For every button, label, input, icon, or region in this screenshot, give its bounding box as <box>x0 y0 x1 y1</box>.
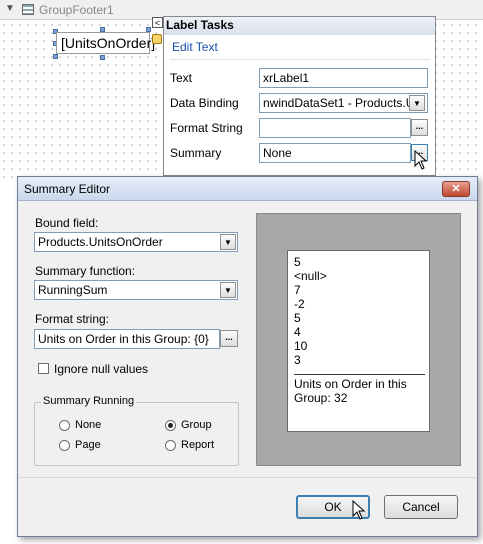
preview-value: -2 <box>294 297 305 311</box>
preview-value: 7 <box>294 283 301 297</box>
smart-tag-icon[interactable] <box>152 34 162 44</box>
cancel-button[interactable]: Cancel <box>384 495 458 519</box>
format-string-ellipsis-button[interactable]: ... <box>220 330 238 347</box>
label-tasks-panel: < Label Tasks Edit Text Text xrLabel1 Da… <box>152 16 436 176</box>
summary-running-group: Summary Running None Group Page Report <box>34 395 239 466</box>
close-icon[interactable]: ✕ <box>442 181 470 197</box>
summary-preview: 5 <null> 7 -2 5 4 10 3 Units on Order in… <box>256 213 461 466</box>
resize-handle[interactable] <box>100 55 105 60</box>
preview-value: <null> <box>294 269 327 283</box>
preview-summary: Units on Order in this Group: 32 <box>294 377 426 405</box>
preview-value: 10 <box>294 339 308 353</box>
data-binding-label: Data Binding <box>170 96 239 110</box>
format-string-ellipsis-button[interactable]: ... <box>411 119 428 136</box>
preview-value: 5 <box>294 255 301 269</box>
summary-function-value: RunningSum <box>38 283 108 297</box>
summary-function-select[interactable]: RunningSum ▼ <box>34 280 238 300</box>
radio-none-label: None <box>75 419 102 431</box>
chevron-down-icon[interactable]: ▼ <box>409 95 425 111</box>
band-title: GroupFooter1 <box>39 3 114 17</box>
preview-value: 5 <box>294 311 301 325</box>
radio-page[interactable] <box>59 440 70 451</box>
format-string-input[interactable] <box>259 118 411 138</box>
summary-input[interactable]: None <box>259 143 411 163</box>
summary-editor-dialog: Summary Editor ✕ Bound field: Products.U… <box>17 176 478 537</box>
summary-label: Summary <box>170 146 222 160</box>
preview-summary-line: Units on Order in this <box>294 377 407 391</box>
report-label-control[interactable]: [UnitsOnOrder] <box>56 32 155 54</box>
text-label: Text <box>170 71 193 85</box>
resize-handle[interactable] <box>53 54 58 59</box>
preview-value: 3 <box>294 353 301 367</box>
radio-group[interactable] <box>165 420 176 431</box>
preview-value: 4 <box>294 325 301 339</box>
preview-summary-line: Group: 32 <box>294 391 348 405</box>
chevron-down-icon[interactable]: ▼ <box>220 234 236 250</box>
mouse-pointer-icon <box>352 500 366 520</box>
format-string-label: Format String <box>170 121 243 135</box>
bound-field-value: Products.UnitsOnOrder <box>38 235 163 249</box>
bound-field-select[interactable]: Products.UnitsOnOrder ▼ <box>34 232 238 252</box>
mouse-pointer-icon <box>414 150 428 170</box>
bound-field-label: Bound field: <box>35 216 99 230</box>
summary-running-title: Summary Running <box>41 395 137 407</box>
radio-none[interactable] <box>59 420 70 431</box>
format-string-label: Format string: <box>35 312 110 326</box>
dialog-title: Summary Editor <box>18 177 477 201</box>
radio-group-label: Group <box>181 419 212 431</box>
chevron-down-icon[interactable]: ▼ <box>220 282 236 298</box>
format-string-input[interactable]: Units on Order in this Group: {0} <box>34 329 220 349</box>
radio-report[interactable] <box>165 440 176 451</box>
dialog-button-bar: OK Cancel <box>18 477 477 536</box>
band-icon <box>22 4 34 15</box>
divider <box>170 59 430 60</box>
ignore-null-checkbox[interactable] <box>38 363 49 374</box>
summary-function-label: Summary function: <box>35 264 136 278</box>
text-input[interactable]: xrLabel1 <box>259 68 428 88</box>
tasks-title: Label Tasks <box>164 17 435 35</box>
radio-page-label: Page <box>75 439 101 451</box>
collapse-panel-icon[interactable]: < <box>152 17 163 28</box>
preview-page: 5 <null> 7 -2 5 4 10 3 Units on Order in… <box>287 250 430 432</box>
radio-report-label: Report <box>181 439 215 451</box>
data-binding-value: nwindDataSet1 - Products.Uni <box>263 96 424 110</box>
divider <box>294 374 425 375</box>
data-binding-select[interactable]: nwindDataSet1 - Products.Uni ▼ <box>259 93 428 113</box>
ignore-null-label: Ignore null values <box>54 362 149 376</box>
edit-text-link[interactable]: Edit Text <box>172 40 218 54</box>
triangle-down-icon[interactable]: ▼ <box>5 3 15 14</box>
